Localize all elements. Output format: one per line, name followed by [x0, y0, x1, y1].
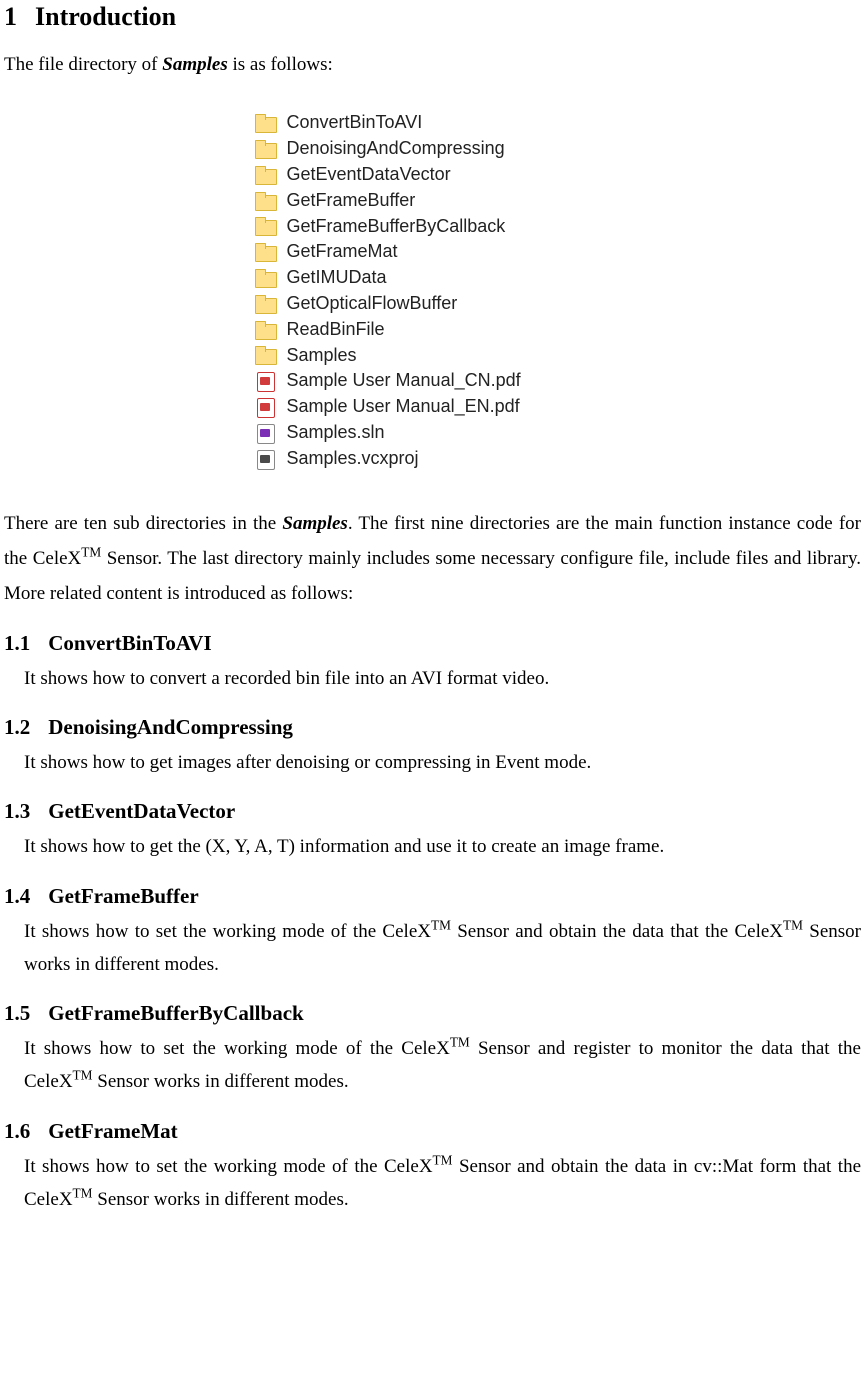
file-name-label: GetOpticalFlowBuffer	[287, 294, 458, 314]
subsection-heading: 1.3 GetEventDataVector	[4, 799, 861, 824]
pdf-file-icon	[255, 398, 277, 416]
subsection-body: It shows how to set the working mode of …	[24, 915, 861, 982]
subsection-heading: 1.2 DenoisingAndCompressing	[4, 715, 861, 740]
file-name-label: ReadBinFile	[287, 320, 385, 340]
file-name-label: Sample User Manual_EN.pdf	[287, 397, 520, 417]
file-name-label: GetIMUData	[287, 268, 387, 288]
file-item: ReadBinFile	[253, 317, 613, 343]
file-name-label: GetFrameBuffer	[287, 191, 416, 211]
file-name-label: ConvertBinToAVI	[287, 113, 423, 133]
para-seg-3: Sensor. The last directory mainly includ…	[4, 548, 861, 604]
file-listing-figure: ConvertBinToAVI DenoisingAndCompressing Ge…	[253, 110, 613, 471]
subsection-heading: 1.4 GetFrameBuffer	[4, 884, 861, 909]
subsection-title: GetFrameMat	[48, 1119, 177, 1143]
subsection-title: GetFrameBufferByCallback	[48, 1001, 303, 1025]
file-item: Samples	[253, 343, 613, 369]
subsection-number: 1.4	[4, 884, 30, 908]
file-list: ConvertBinToAVI DenoisingAndCompressing Ge…	[253, 110, 613, 471]
file-name-label: GetEventDataVector	[287, 165, 451, 185]
section-heading: 1 Introduction	[4, 2, 861, 32]
body-paragraph: There are ten sub directories in the Sam…	[4, 506, 861, 611]
pdf-file-icon	[255, 372, 277, 390]
visual-studio-solution-icon	[255, 424, 277, 442]
para-seg-1: There are ten sub directories in the	[4, 513, 282, 534]
file-item: ConvertBinToAVI	[253, 110, 613, 136]
subsection-number: 1.3	[4, 799, 30, 823]
para-bold-italic: Samples	[282, 513, 347, 534]
file-name-label: Samples.vcxproj	[287, 449, 419, 469]
subsection-body: It shows how to set the working mode of …	[24, 1150, 861, 1217]
intro-line: The file directory of Samples is as foll…	[4, 50, 861, 80]
folder-icon	[255, 192, 277, 210]
folder-icon	[255, 114, 277, 132]
folder-icon	[255, 321, 277, 339]
visual-studio-project-icon	[255, 450, 277, 468]
subsection-number: 1.2	[4, 715, 30, 739]
file-item: Samples.sln	[253, 420, 613, 446]
subsection-number: 1.6	[4, 1119, 30, 1143]
trademark-superscript: TM	[81, 544, 101, 559]
subsection-title: DenoisingAndCompressing	[48, 715, 293, 739]
file-item: Sample User Manual_CN.pdf	[253, 368, 613, 394]
file-item: GetOpticalFlowBuffer	[253, 291, 613, 317]
file-name-label: DenoisingAndCompressing	[287, 139, 505, 159]
subsection-title: ConvertBinToAVI	[48, 631, 211, 655]
file-item: DenoisingAndCompressing	[253, 136, 613, 162]
subsection-title: GetEventDataVector	[48, 799, 235, 823]
subsection-number: 1.5	[4, 1001, 30, 1025]
file-item: Sample User Manual_EN.pdf	[253, 394, 613, 420]
folder-icon	[255, 295, 277, 313]
file-name-label: GetFrameMat	[287, 242, 398, 262]
section-number: 1	[4, 2, 17, 31]
subsection-heading: 1.1 ConvertBinToAVI	[4, 631, 861, 656]
file-item: GetFrameBuffer	[253, 188, 613, 214]
subsection-number: 1.1	[4, 631, 30, 655]
subsection-body: It shows how to convert a recorded bin f…	[24, 662, 861, 695]
subsection-heading: 1.5 GetFrameBufferByCallback	[4, 1001, 861, 1026]
file-item: GetIMUData	[253, 265, 613, 291]
subsection-body: It shows how to get the (X, Y, A, T) inf…	[24, 830, 861, 863]
file-item: Samples.vcxproj	[253, 446, 613, 472]
file-item: GetFrameBufferByCallback	[253, 214, 613, 240]
intro-prefix: The file directory of	[4, 54, 162, 75]
intro-suffix: is as follows:	[228, 54, 333, 75]
file-item: GetFrameMat	[253, 239, 613, 265]
folder-icon	[255, 217, 277, 235]
folder-icon	[255, 166, 277, 184]
section-title: Introduction	[35, 2, 176, 31]
subsection-body: It shows how to get images after denoisi…	[24, 746, 861, 779]
intro-bold-italic: Samples	[162, 54, 227, 75]
subsection-body: It shows how to set the working mode of …	[24, 1032, 861, 1099]
folder-icon	[255, 346, 277, 364]
file-name-label: Samples.sln	[287, 423, 385, 443]
folder-icon	[255, 243, 277, 261]
folder-icon	[255, 269, 277, 287]
folder-icon	[255, 140, 277, 158]
subsection-heading: 1.6 GetFrameMat	[4, 1119, 861, 1144]
file-item: GetEventDataVector	[253, 162, 613, 188]
file-name-label: Samples	[287, 346, 357, 366]
file-name-label: Sample User Manual_CN.pdf	[287, 371, 521, 391]
subsection-title: GetFrameBuffer	[48, 884, 198, 908]
file-name-label: GetFrameBufferByCallback	[287, 217, 506, 237]
